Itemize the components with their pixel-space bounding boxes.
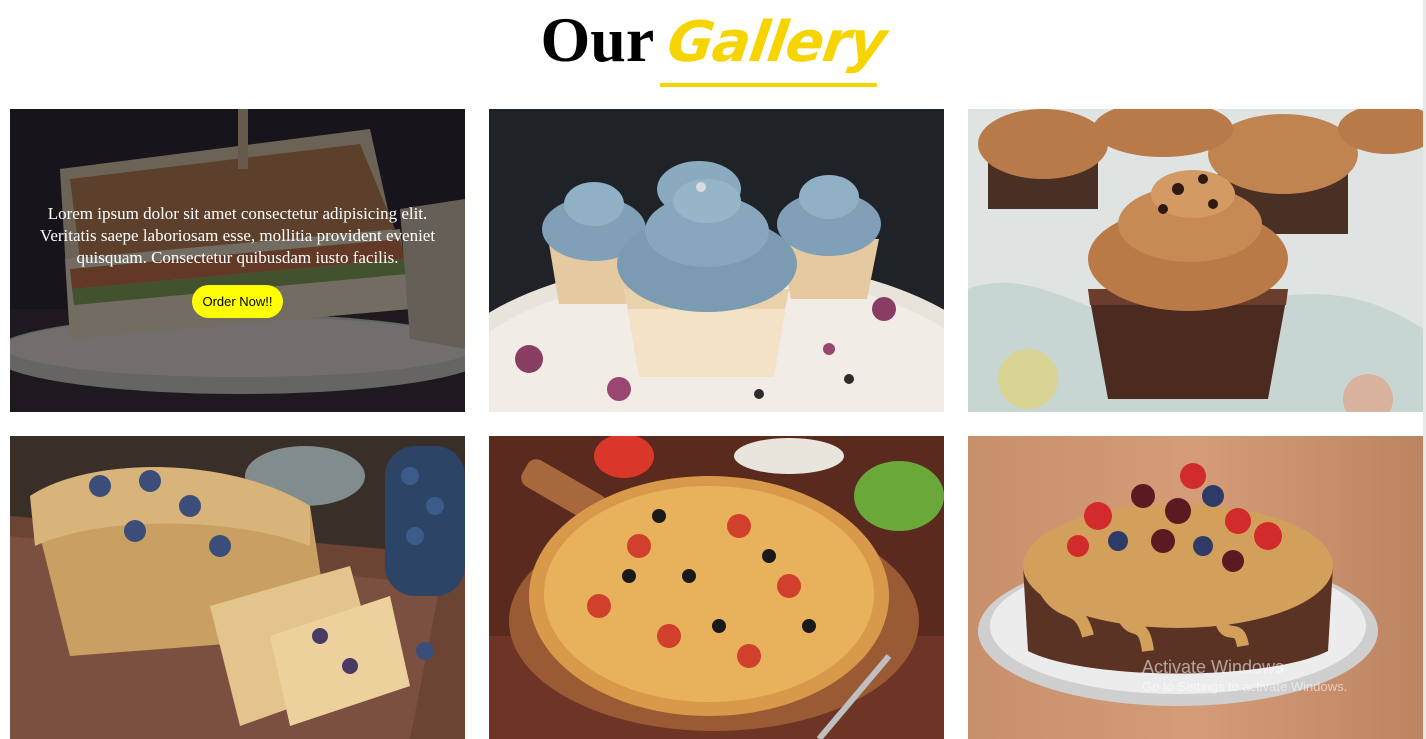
gallery-item-pizza[interactable] [489,436,944,739]
gallery-item-blue-cupcakes[interactable] [489,109,944,412]
gallery-item-sandwich[interactable]: Lorem ipsum dolor sit amet consectetur a… [10,109,465,412]
chocolate-cupcakes-image [968,109,1423,412]
item-overlay: Lorem ipsum dolor sit amet consectetur a… [10,109,465,412]
gallery-grid: Lorem ipsum dolor sit amet consectetur a… [10,109,1423,739]
watermark-title: Activate Windows [1142,657,1285,677]
page-title: Our Gallery [0,4,1426,79]
gallery-item-chocolate-cupcakes[interactable] [968,109,1423,412]
gallery-item-blueberry-loaf[interactable] [10,436,465,739]
activate-windows-watermark: Activate Windows Go to Settings to activ… [1142,656,1347,696]
blue-cupcakes-image [489,109,944,412]
order-now-button[interactable]: Order Now!! [192,285,283,318]
pizza-image [489,436,944,739]
blueberry-loaf-image [10,436,465,739]
overlay-text: Lorem ipsum dolor sit amet consectetur a… [39,204,436,267]
title-plain: Our [540,4,655,75]
page-header: Our Gallery [0,0,1426,100]
watermark-subtitle: Go to Settings to activate Windows. [1142,679,1348,694]
title-accent: Gallery [663,7,890,79]
